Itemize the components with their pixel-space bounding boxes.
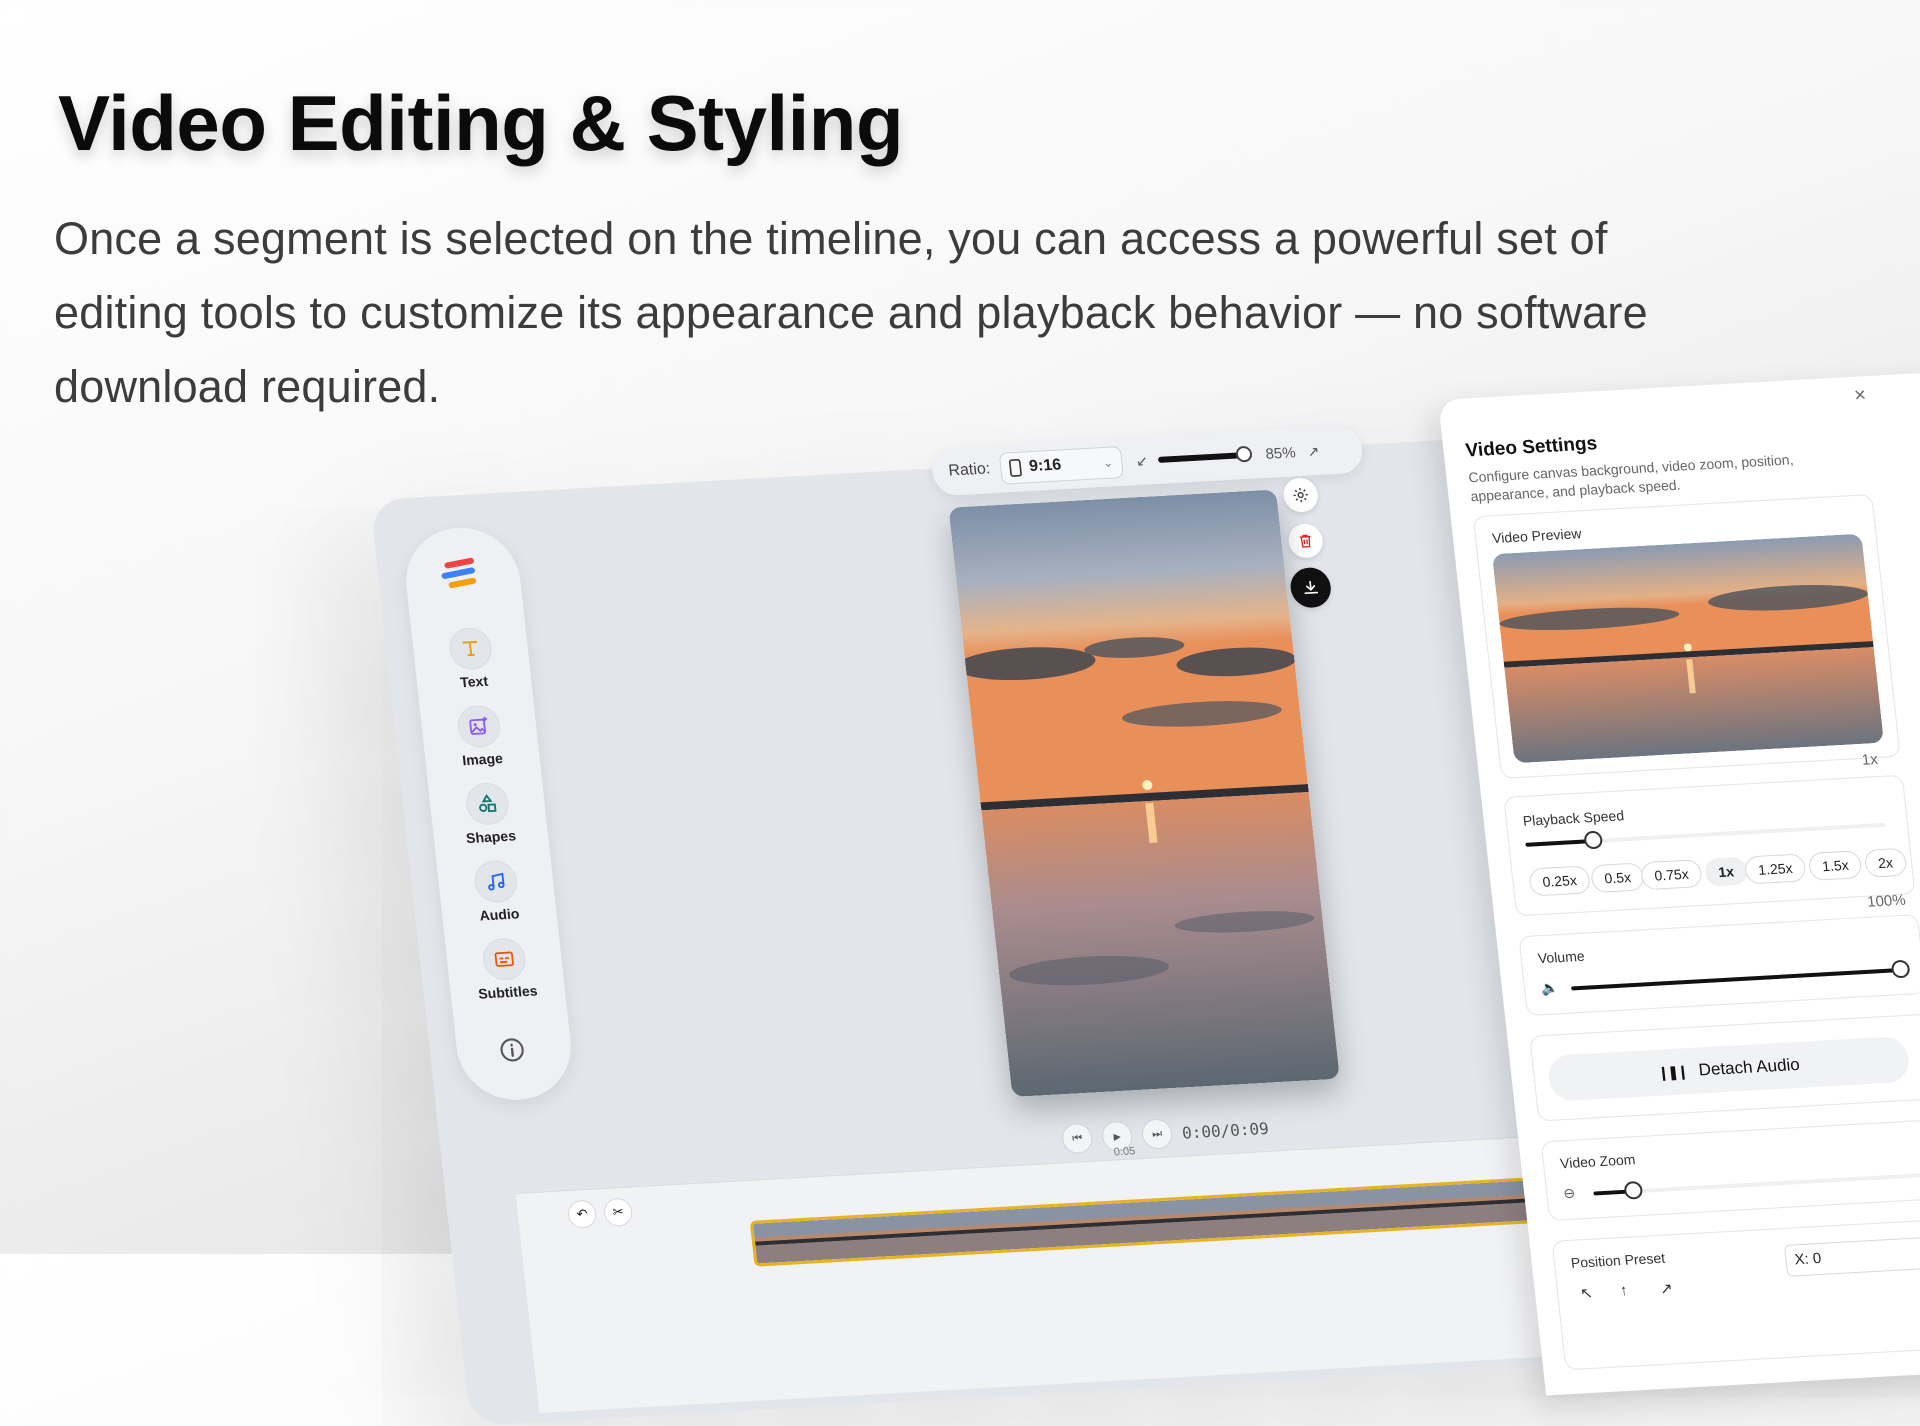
ratio-select[interactable]: 9:16 ⌄ [998,446,1124,485]
shrink-icon[interactable]: ↙ [1135,452,1149,470]
shapes-icon [464,781,511,826]
hero-description: Once a segment is selected on the timeli… [54,213,1648,412]
skip-forward-icon: ⏭ [1151,1126,1163,1141]
settings-button[interactable] [1281,477,1320,513]
tool-label: Text [459,672,489,691]
panel-title: Video Settings [1464,433,1599,462]
position-preset-label: Position Preset [1570,1249,1666,1271]
speed-option[interactable]: 0.75x [1639,859,1704,891]
undo-icon: ↶ [575,1206,589,1222]
phone-icon [1008,459,1022,477]
waveform-icon: ❙❚❙ [1656,1062,1688,1081]
preview-label: Video Preview [1491,525,1583,547]
arrow-top-right-icon[interactable]: ↗ [1659,1279,1673,1298]
detach-audio-card: ❙❚❙ Detach Audio [1529,1013,1920,1122]
zoom-out-icon: ⊖ [1562,1184,1576,1202]
detach-audio-button[interactable]: ❙❚❙ Detach Audio [1546,1035,1911,1102]
slider-fill [1525,839,1594,847]
zoom-percent: 85% [1264,443,1297,463]
speed-option-active[interactable]: 1x [1703,856,1749,887]
volume-card: 100% Volume 🔈 [1518,892,1920,1016]
sunset-video-image [948,489,1340,1098]
video-zoom-label: Video Zoom [1559,1151,1637,1172]
ratio-label: Ratio: [947,460,992,480]
playback-speed-card: 1x Playback Speed 0.25x 0.5x 0.75x 1x 1.… [1503,751,1916,917]
slider-knob[interactable] [1582,830,1603,850]
download-icon [1304,580,1319,595]
skip-back-button[interactable]: ⏮ [1060,1122,1094,1155]
position-card: Position Preset X: 0 ↖ ↑ ↗ [1551,1218,1920,1371]
timeline-time-mark: 0:05 [1113,1145,1136,1159]
detach-audio-label: Detach Audio [1697,1054,1801,1080]
volume-value: 100% [1866,891,1907,911]
play-icon: ▶ [1112,1129,1122,1144]
audio-icon [472,859,520,904]
speed-option[interactable]: 0.25x [1528,865,1592,897]
tool-image[interactable]: Image [432,703,529,770]
slider-knob[interactable] [1234,445,1253,463]
app-logo [440,557,484,595]
close-icon[interactable]: × [1853,384,1867,408]
subtitles-icon [481,937,528,982]
tool-label: Image [461,750,504,769]
skip-forward-button[interactable]: ⏭ [1140,1118,1174,1150]
canvas-video-frame[interactable] [948,489,1340,1098]
volume-slider[interactable] [1571,959,1911,991]
playback-speed-label: Playback Speed [1522,807,1625,829]
video-preview-image [1491,533,1885,764]
download-button[interactable] [1288,566,1333,609]
video-zoom-card: 1 Video Zoom ⊖ [1540,1119,1920,1222]
arrow-top-left-icon[interactable]: ↖ [1579,1284,1593,1303]
speed-option[interactable]: 2x [1863,847,1908,878]
video-clip-segment[interactable] [749,1177,1540,1267]
trash-icon [1299,534,1311,548]
slider-knob[interactable] [1890,959,1911,979]
video-preview-card: Video Preview [1472,493,1901,780]
tool-audio[interactable]: Audio [449,858,546,925]
gear-icon [1293,487,1308,503]
split-button[interactable]: ✂ [602,1197,634,1227]
tool-shapes[interactable]: Shapes [440,781,537,848]
info-icon[interactable] [497,1035,532,1069]
speaker-icon: 🔈 [1540,979,1560,997]
speed-option[interactable]: 1.25x [1743,853,1807,885]
slider-knob[interactable] [1622,1180,1643,1200]
skip-back-icon: ⏮ [1071,1131,1083,1145]
playback-controls: ⏮ ▶ ⏭ 0:00/0:09 [1060,1113,1271,1155]
delete-button[interactable] [1286,522,1325,559]
speed-option[interactable]: 0.5x [1589,862,1646,894]
x-position-input[interactable]: X: 0 [1783,1236,1920,1277]
expand-icon[interactable]: ↗ [1307,442,1321,460]
tool-subtitles[interactable]: Subtitles [457,936,554,1003]
playback-speed-value: 1x [1860,751,1879,769]
canvas-zoom-slider[interactable] [1157,445,1253,463]
left-toolbar: Text Image Shapes Audio Subtitles [400,524,577,1103]
volume-label: Volume [1536,947,1586,967]
text-icon [447,626,494,671]
tool-label: Audio [478,905,521,924]
ratio-value: 9:16 [1028,456,1063,476]
slider-fill [1571,968,1901,991]
playback-speed-slider[interactable] [1525,822,1886,850]
speed-option[interactable]: 1.5x [1807,850,1864,881]
filmstrip-thumbnails [752,1180,1537,1264]
scissors-icon: ✂ [611,1203,625,1220]
video-zoom-slider[interactable] [1593,1173,1920,1200]
chevron-down-icon: ⌄ [1102,455,1114,470]
tool-text[interactable]: Text [423,625,520,692]
tool-label: Subtitles [477,982,539,1002]
tool-label: Shapes [465,827,517,847]
undo-button[interactable]: ↶ [566,1199,598,1229]
image-icon [455,704,503,749]
hero-title: Video Editing & Styling [58,79,904,167]
time-readout: 0:00/0:09 [1181,1118,1270,1143]
arrow-up-icon[interactable]: ↑ [1619,1282,1628,1299]
